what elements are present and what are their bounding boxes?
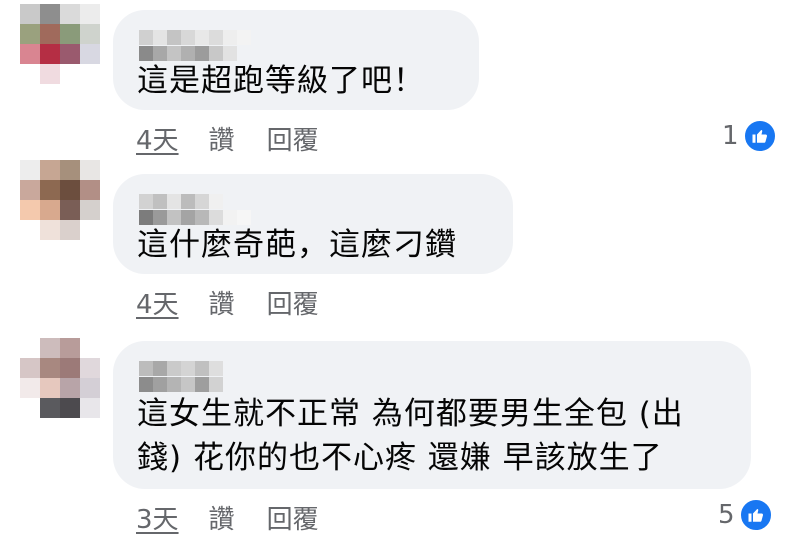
comment-text: 這什麼奇葩，這麼刁鑽 xyxy=(137,227,457,263)
timestamp-link[interactable]: 4天 xyxy=(136,120,179,157)
reaction-summary[interactable]: 5 xyxy=(718,498,773,532)
timestamp-link[interactable]: 3天 xyxy=(136,499,179,536)
comment-text: 這是超跑等級了吧！ xyxy=(137,63,425,99)
thumbs-up-icon xyxy=(742,119,777,153)
commenter-name-blurred[interactable] xyxy=(139,361,223,392)
avatar[interactable] xyxy=(20,338,100,418)
comment-bubble: 這是超跑等級了吧！ xyxy=(113,10,479,110)
thumbs-up-icon xyxy=(738,498,773,532)
comment-actions: 4天 讚 回覆 xyxy=(136,120,319,157)
like-button[interactable]: 讚 xyxy=(209,120,235,157)
comment-actions: 4天 讚 回覆 xyxy=(136,284,319,321)
reply-button[interactable]: 回覆 xyxy=(267,499,319,536)
reaction-summary[interactable]: 1 xyxy=(722,119,777,153)
timestamp-link[interactable]: 4天 xyxy=(136,284,179,321)
commenter-name-blurred[interactable] xyxy=(139,30,251,61)
reaction-count: 1 xyxy=(722,121,739,151)
comment-actions: 3天 讚 回覆 xyxy=(136,499,319,536)
comment-text-line-2: 錢) 花你的也不心疼 還嫌 早該放生了 xyxy=(137,440,663,476)
commenter-name-blurred[interactable] xyxy=(139,194,251,225)
reply-button[interactable]: 回覆 xyxy=(267,284,319,321)
reply-button[interactable]: 回覆 xyxy=(267,120,319,157)
avatar[interactable] xyxy=(20,160,100,240)
comment-text-line-1: 這女生就不正常 為何都要男生全包 (出 xyxy=(137,396,684,432)
avatar[interactable] xyxy=(20,4,100,84)
like-button[interactable]: 讚 xyxy=(209,284,235,321)
reaction-count: 5 xyxy=(718,500,735,530)
like-button[interactable]: 讚 xyxy=(209,499,235,536)
comment-bubble: 這什麼奇葩，這麼刁鑽 xyxy=(113,174,513,274)
comment-bubble: 這女生就不正常 為何都要男生全包 (出 錢) 花你的也不心疼 還嫌 早該放生了 xyxy=(113,341,751,489)
